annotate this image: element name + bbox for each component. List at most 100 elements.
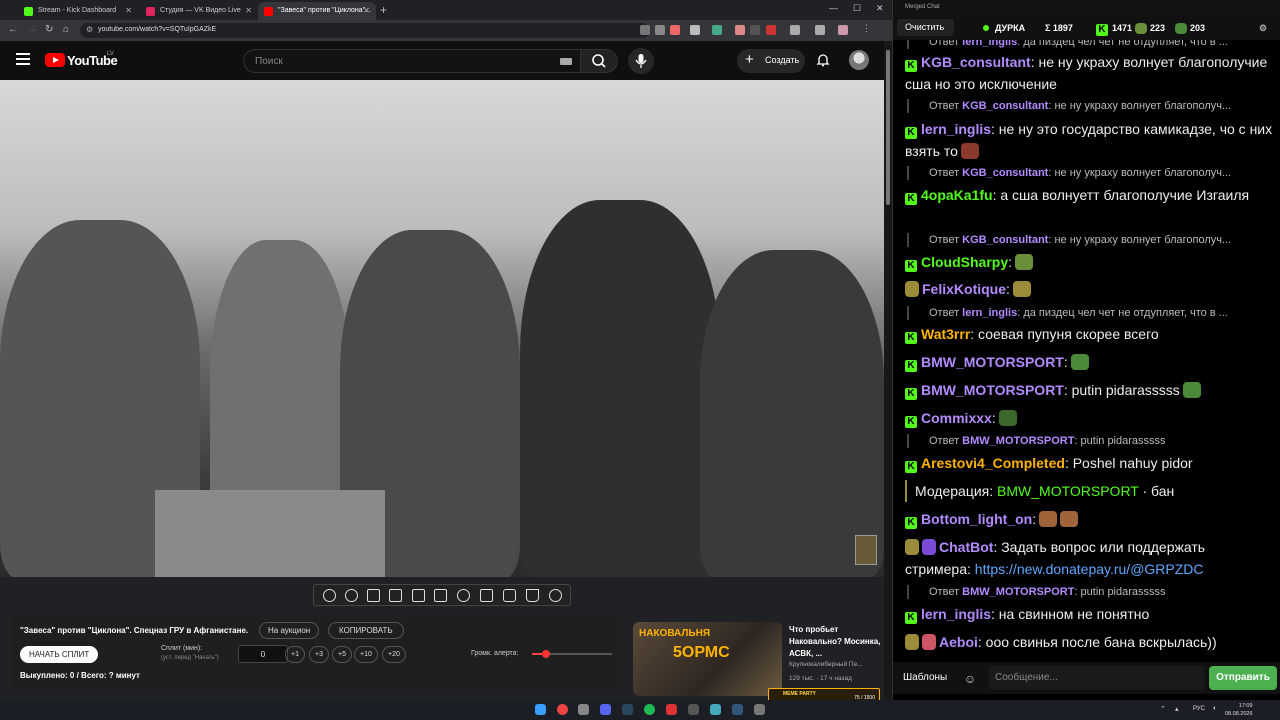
auction-button[interactable]: На аукцион xyxy=(259,622,320,639)
recommended-video-title[interactable]: Что пробьет Наковально? Мосинка, АСВК, .… xyxy=(789,624,881,660)
create-button[interactable]: + Создать xyxy=(737,49,805,73)
extensions-puzzle-icon[interactable] xyxy=(790,25,800,35)
chat-username[interactable]: Commixxx xyxy=(921,410,992,426)
app-icon[interactable] xyxy=(754,704,765,715)
close-window-icon[interactable]: ✕ xyxy=(876,3,884,14)
templates-button[interactable]: Шаблоны xyxy=(899,668,951,687)
picture-in-picture-icon[interactable] xyxy=(412,589,425,602)
scrollbar-thumb[interactable] xyxy=(886,50,890,205)
flask-icon[interactable] xyxy=(526,589,539,602)
keyboard-language[interactable]: РУС xyxy=(1193,706,1205,712)
taskbar-clock[interactable]: 17:09 08.08.2026 xyxy=(1225,702,1253,718)
increment-3-button[interactable]: +3 xyxy=(309,646,329,663)
split-minutes-input[interactable]: 0 xyxy=(238,645,288,663)
reload-icon[interactable]: ↻ xyxy=(45,24,53,35)
donate-link[interactable]: https://new.donatepay.ru/@GRPZDC xyxy=(975,561,1204,577)
tray-chevron-icon[interactable]: ⌃ xyxy=(1160,705,1166,713)
app-icon[interactable] xyxy=(688,704,699,715)
app-icon[interactable] xyxy=(666,704,677,715)
bookmark-star-icon[interactable] xyxy=(690,25,700,35)
discord-icon[interactable] xyxy=(600,704,611,715)
download-icon[interactable] xyxy=(815,25,825,35)
close-icon[interactable]: ✕ xyxy=(363,6,370,15)
close-icon[interactable]: ✕ xyxy=(125,6,132,15)
volume-icon[interactable]: ◖ xyxy=(1212,705,1216,712)
maximize-icon[interactable]: ☐ xyxy=(853,3,861,14)
chat-username[interactable]: 4opaKa1fu xyxy=(921,187,993,203)
forward-icon[interactable]: → xyxy=(27,24,37,35)
chat-username[interactable]: Wat3rrr xyxy=(921,326,970,342)
extension-icon[interactable] xyxy=(766,25,776,35)
chat-username[interactable]: BMW_MOTORSPORT xyxy=(921,354,1064,370)
explorer-icon[interactable] xyxy=(578,704,589,715)
voice-search-button[interactable] xyxy=(628,48,654,74)
spotify-icon[interactable] xyxy=(644,704,655,715)
extension-icon[interactable] xyxy=(670,25,680,35)
chat-username[interactable]: lern_inglis xyxy=(921,121,991,137)
subtitles-icon[interactable] xyxy=(367,589,380,602)
zoom-icon[interactable] xyxy=(640,25,650,35)
menu-kebab-icon[interactable]: ⋮ xyxy=(862,23,872,33)
start-split-button[interactable]: НАЧАТЬ СПЛИТ xyxy=(20,646,99,663)
notifications-bell-icon[interactable] xyxy=(816,53,830,67)
tab-kick-dashboard[interactable]: Stream - Kick Dashboard ✕ xyxy=(18,2,138,20)
search-button[interactable] xyxy=(580,49,618,73)
clapperboard-icon[interactable] xyxy=(389,589,402,602)
url-field[interactable]: ⚙ youtube.com/watch?v=SQTuIpGAZkE xyxy=(80,23,650,38)
chat-username[interactable]: KGB_consultant xyxy=(921,54,1031,70)
network-icon[interactable]: ▴ xyxy=(1175,705,1179,713)
chat-username[interactable]: Bottom_light_on xyxy=(921,511,1032,527)
chat-username[interactable]: lern_inglis xyxy=(921,606,991,622)
settings-gear-icon[interactable] xyxy=(549,589,562,602)
keyboard-icon[interactable] xyxy=(560,58,572,65)
app-icon[interactable] xyxy=(732,704,743,715)
settings-gear-icon[interactable]: ⚙ xyxy=(1259,23,1267,34)
add-clip-icon[interactable] xyxy=(480,589,493,602)
theater-icon[interactable] xyxy=(434,589,447,602)
app-icon[interactable] xyxy=(710,704,721,715)
copy-button[interactable]: КОПИРОВАТЬ xyxy=(328,622,404,639)
speed-gauge-icon[interactable] xyxy=(457,589,470,602)
extension-icon[interactable] xyxy=(735,25,745,35)
chat-username[interactable]: CloudSharpy xyxy=(921,254,1008,270)
site-info-icon[interactable]: ⚙ xyxy=(86,25,93,34)
close-icon[interactable]: ✕ xyxy=(245,6,252,15)
chrome-icon[interactable] xyxy=(557,704,568,715)
windows-start-icon[interactable] xyxy=(535,704,546,715)
share-icon[interactable] xyxy=(655,25,665,35)
recommended-video-thumbnail[interactable]: НАКОВАЛЬНЯ 5ОРМС xyxy=(633,622,782,696)
increment-10-button[interactable]: +10 xyxy=(354,646,378,663)
chat-username[interactable]: FelixKotique xyxy=(922,281,1006,297)
youtube-logo-icon[interactable] xyxy=(45,53,65,67)
emoji-picker-icon[interactable]: ☺ xyxy=(959,668,981,690)
loop-icon[interactable] xyxy=(323,589,336,602)
tab-youtube-video[interactable]: "Завеса" против "Циклона"... ✕ xyxy=(258,2,376,20)
increment-20-button[interactable]: +20 xyxy=(382,646,406,663)
chat-username[interactable]: BMW_MOTORSPORT xyxy=(921,382,1064,398)
extension-icon[interactable] xyxy=(712,25,722,35)
extension-icon[interactable] xyxy=(750,25,760,35)
moderated-user[interactable]: BMW_MOTORSPORT xyxy=(997,483,1139,499)
new-tab-button[interactable]: + xyxy=(380,3,387,17)
video-thumbnail-preview[interactable] xyxy=(855,535,877,565)
broadcast-icon[interactable] xyxy=(345,589,358,602)
recommended-video-channel[interactable]: Крупнокалиберный Пе... xyxy=(789,661,863,668)
message-input[interactable]: Сообщение... xyxy=(989,666,1205,690)
send-button[interactable]: Отправить xyxy=(1209,666,1277,690)
steam-icon[interactable] xyxy=(622,704,633,715)
alert-volume-knob[interactable] xyxy=(541,650,550,658)
alert-volume-slider[interactable] xyxy=(532,650,612,658)
avatar[interactable] xyxy=(849,50,869,70)
search-input[interactable]: Поиск xyxy=(243,49,583,73)
chat-username[interactable]: ChatBot xyxy=(939,539,993,555)
increment-1-button[interactable]: +1 xyxy=(285,646,305,663)
profile-icon[interactable] xyxy=(838,25,848,35)
hamburger-menu-icon[interactable] xyxy=(16,53,30,65)
chat-username[interactable]: Aeboi xyxy=(939,634,978,650)
home-icon[interactable]: ⌂ xyxy=(63,24,69,35)
clear-chat-button[interactable]: Очистить xyxy=(897,19,954,36)
tab-vk-studio[interactable]: Студия — VK Видео Live ✕ xyxy=(140,2,258,20)
back-icon[interactable]: ← xyxy=(8,24,18,35)
video-player[interactable] xyxy=(0,80,884,577)
chat-username[interactable]: Arestovi4_Completed xyxy=(921,455,1065,471)
